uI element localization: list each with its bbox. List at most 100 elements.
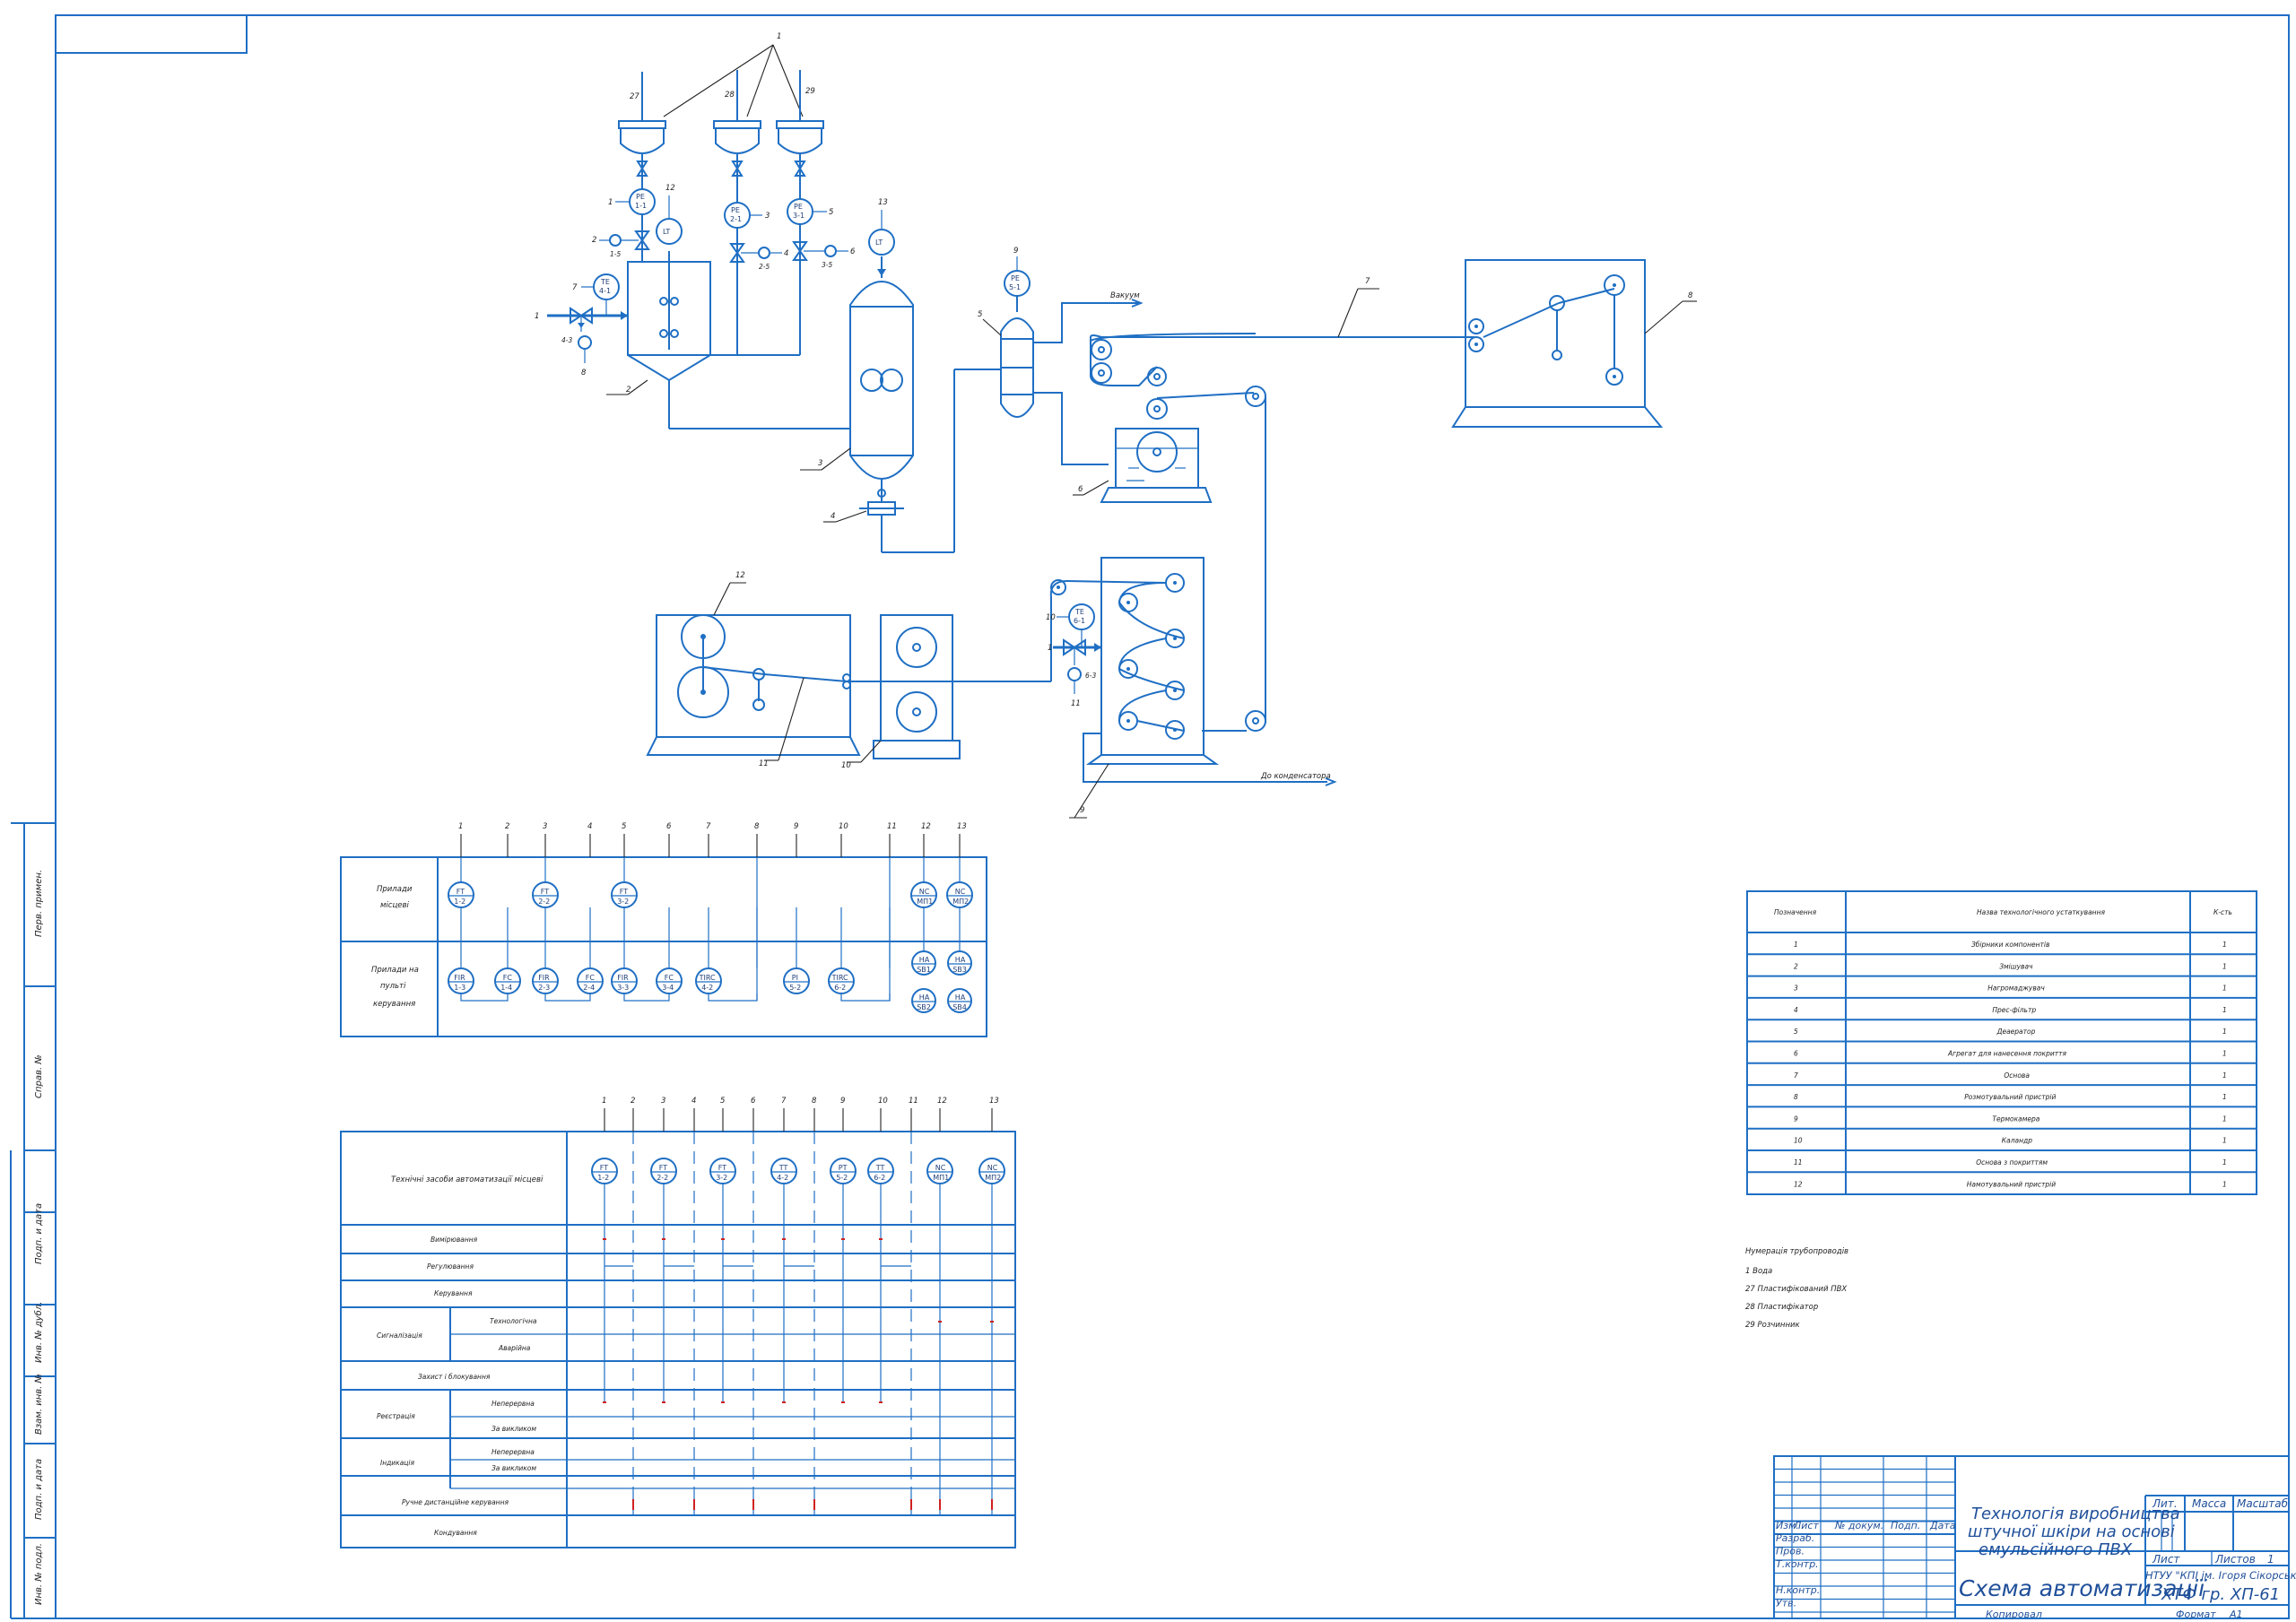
instrument-code: НА — [919, 993, 930, 1002]
svg-text:6-1: 6-1 — [1074, 617, 1085, 625]
instrument-pe-2-1: PE 2-1 3 4 2-5 — [724, 202, 788, 271]
drawing-frame — [10, 14, 2290, 1619]
svg-text:Нумерація трубопроводів: Нумерація трубопроводів — [1745, 1247, 1848, 1256]
svg-text:11: 11 — [1071, 699, 1081, 708]
row-label: Керування — [434, 1289, 473, 1297]
instrument-code: TT — [778, 1164, 788, 1172]
side-label: Справ. № — [34, 1054, 44, 1098]
table-cell: 2 — [1794, 962, 1798, 970]
instrument-loop: 1-2 — [597, 1174, 609, 1182]
table-cell: Каландр — [2002, 1137, 2032, 1145]
svg-text:Формат: Формат — [2176, 1609, 2216, 1620]
svg-text:PE: PE — [1011, 274, 1020, 282]
header-cell: Лист — [1793, 1520, 1819, 1531]
column-number: 3 — [661, 1097, 665, 1106]
pipeline-notes: Нумерація трубопроводів 1 Вода 27 Пласти… — [1745, 1247, 1848, 1330]
column-number: 13 — [957, 822, 967, 831]
position-label: 1 — [777, 32, 781, 41]
table-cell: Прес-фільтр — [1992, 1006, 2036, 1014]
row-label: Технологічна — [490, 1317, 537, 1325]
accumulator-3: LT 13 3 — [669, 198, 914, 480]
water-inlet: 1 4-3 8 TE 4-1 7 — [535, 273, 628, 377]
table-cell: 1 — [2222, 1093, 2227, 1101]
instrument-loop: 2-2 — [657, 1174, 668, 1182]
table-cell: Збірники компонентів — [1971, 941, 2049, 949]
svg-text:PE: PE — [794, 203, 803, 211]
table-cell: Основа — [2004, 1071, 2030, 1080]
column-number: 3 — [543, 822, 547, 831]
table-cell: 1 — [2222, 1028, 2227, 1036]
instrument-loop: 5-2 — [836, 1174, 848, 1182]
side-label: Инв. № дубл. — [33, 1302, 44, 1363]
instrument-code: NC — [987, 1164, 998, 1172]
row-label: За викликом — [491, 1425, 536, 1433]
instrument-loop: 1-3 — [454, 984, 465, 992]
role-cell: Утв. — [1776, 1598, 1796, 1609]
svg-text:1: 1 — [608, 198, 613, 207]
side-label: Подп. и дата — [34, 1459, 44, 1520]
side-label: Перв. примен. — [34, 870, 44, 937]
connection — [708, 993, 758, 1002]
column-number: 11 — [887, 822, 897, 831]
column-number: 8 — [754, 822, 760, 831]
header-cell: Подп. — [1891, 1520, 1920, 1531]
svg-text:2-1: 2-1 — [730, 215, 742, 223]
instrument-loop: 6-2 — [874, 1174, 885, 1182]
table-cell: Агрегат для нанесення покриття — [1947, 1050, 2066, 1058]
mixer-2: LT 12 2 — [606, 184, 800, 429]
side-label: Инв. № подл. — [34, 1543, 44, 1605]
instrument-loop: 3-2 — [716, 1174, 727, 1182]
svg-text:пульті: пульті — [380, 982, 406, 991]
side-labels: Перв. примен. Справ. № Подп. и дата Инв.… — [33, 870, 44, 1605]
instrument-code: TIRC — [831, 974, 848, 982]
position-label: 28 — [725, 91, 735, 100]
instrument-code: FT — [718, 1164, 726, 1172]
table-cell: 9 — [1794, 1115, 1798, 1123]
column-number: 2 — [631, 1097, 635, 1106]
svg-text:4-3: 4-3 — [561, 336, 572, 344]
title-block: Изм.Лист № докум. Подп. ДатаРазраб.Пров.Т.к… — [1773, 1455, 2296, 1620]
column-number: 11 — [909, 1097, 918, 1106]
instrument-code: FT — [659, 1164, 667, 1172]
svg-text:керування: керування — [373, 1000, 415, 1009]
column-number: 7 — [781, 1097, 787, 1106]
column-number: 6 — [751, 1097, 756, 1106]
svg-text:6: 6 — [1078, 485, 1083, 494]
column-number: 9 — [840, 1097, 845, 1106]
instrument-code: PI — [792, 974, 798, 982]
column-number: 1 — [458, 822, 463, 831]
svg-text:Прилади на: Прилади на — [371, 966, 419, 975]
instrument-code: FC — [503, 974, 513, 982]
instrument-code: FIR — [454, 974, 465, 982]
svg-text:TE: TE — [1074, 608, 1084, 616]
svg-text:5: 5 — [978, 310, 982, 319]
column-number: 4 — [587, 822, 592, 831]
instrument-loop: 2-4 — [583, 984, 595, 992]
table-cell: 12 — [1794, 1180, 1803, 1188]
table-cell: 1 — [2222, 1071, 2227, 1080]
calender-10: 10 — [841, 614, 1051, 770]
table-cell: 10 — [1794, 1137, 1803, 1145]
table-cell: 1 — [2222, 1180, 2227, 1188]
table-cell: 8 — [1794, 1093, 1798, 1101]
svg-text:12: 12 — [735, 571, 745, 580]
unwind-device-8: 7 8 — [1090, 259, 1697, 428]
column-number: 4 — [691, 1097, 696, 1106]
header-cell: Дата — [1929, 1520, 1956, 1531]
svg-text:ХТФ гр. ХП-61: ХТФ гр. ХП-61 — [2161, 1585, 2280, 1604]
svg-text:Копировал: Копировал — [1986, 1609, 2042, 1620]
instrument-code: NC — [935, 1164, 946, 1172]
table-cell: 7 — [1794, 1071, 1798, 1080]
instrument-code: TIRC — [699, 974, 716, 982]
instrument-loop: 2-3 — [538, 984, 550, 992]
instrument-code: FC — [586, 974, 596, 982]
position-label: 27 — [630, 92, 639, 101]
row-label: Неперервна — [491, 1448, 535, 1456]
instrument-code: TT — [875, 1164, 885, 1172]
svg-text:29 Розчинник: 29 Розчинник — [1745, 1321, 1801, 1330]
role-cell: Н.контр. — [1776, 1584, 1820, 1596]
svg-text:Прилади: Прилади — [377, 885, 413, 894]
svg-text:Масса: Масса — [2192, 1497, 2226, 1510]
tank-27: 27 — [618, 72, 666, 190]
svg-text:3: 3 — [765, 212, 770, 221]
